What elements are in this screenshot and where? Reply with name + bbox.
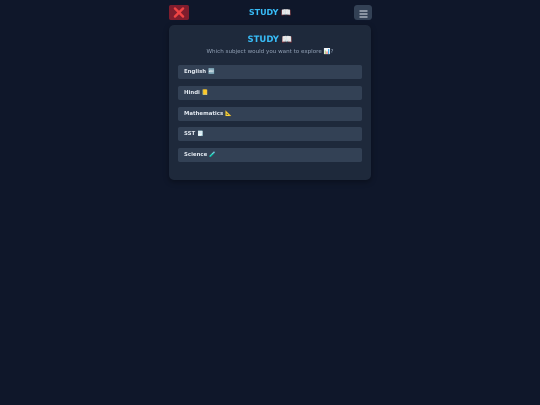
subject-list: English 🔤 Hindi 📒 Mathematics 📐 SST 🗒️ S…	[178, 65, 362, 169]
top-bar: STUDY 📖	[168, 5, 372, 21]
subject-mathematics-button[interactable]: Mathematics 📐	[178, 106, 362, 121]
card-title: STUDY 📖	[247, 35, 293, 45]
card-subtitle: Which subject would you want to explore …	[206, 49, 334, 55]
subject-science-button[interactable]: Science 🧪	[178, 148, 362, 163]
subject-english-button[interactable]: English 🔤	[178, 65, 362, 79]
subject-card: STUDY 📖 Which subject would you want to …	[169, 25, 371, 180]
hamburger-menu-icon	[359, 3, 368, 22]
subject-sst-button[interactable]: SST 🗒️	[178, 127, 362, 142]
header-title: STUDY 📖	[248, 8, 292, 17]
subject-hindi-button[interactable]: Hindi 📒	[178, 85, 362, 100]
menu-button[interactable]	[354, 5, 372, 20]
